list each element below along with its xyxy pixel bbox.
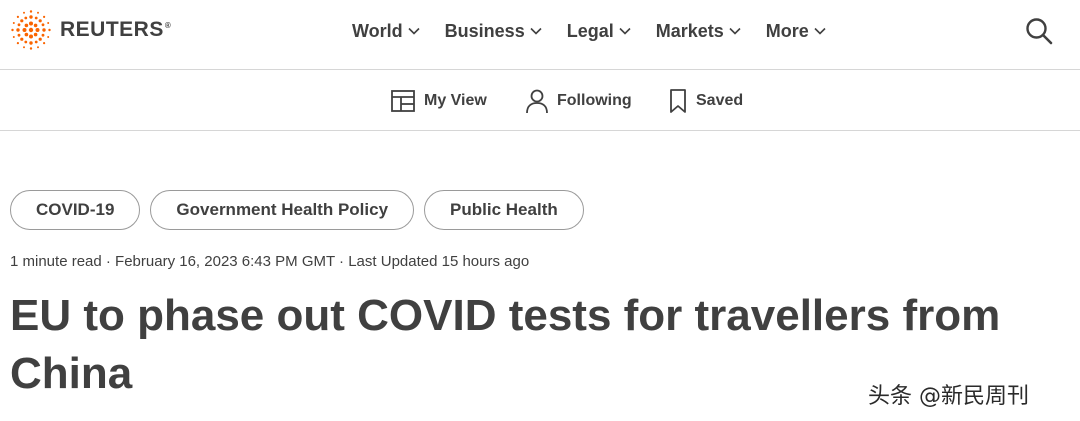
nav-item-legal[interactable]: Legal: [567, 18, 631, 44]
chevron-down-icon: [619, 27, 631, 35]
main-nav: World Business Legal Markets More: [352, 18, 851, 44]
tag-government-health-policy[interactable]: Government Health Policy: [150, 190, 415, 230]
watermark: 头条 @新民周刊: [868, 384, 1029, 409]
saved-link[interactable]: Saved: [668, 86, 743, 116]
top-navigation-bar: REUTERS® World Business Legal Markets Mo…: [0, 0, 1080, 70]
nav-item-more[interactable]: More: [766, 18, 826, 44]
chevron-down-icon: [408, 27, 420, 35]
person-icon: [526, 89, 548, 114]
chevron-down-icon: [729, 27, 741, 35]
search-icon[interactable]: [1024, 16, 1054, 46]
tag-covid-19[interactable]: COVID-19: [10, 190, 141, 230]
logo-wordmark: REUTERS®: [60, 18, 172, 41]
chevron-down-icon: [530, 27, 542, 35]
tag-public-health[interactable]: Public Health: [424, 190, 584, 230]
nav-item-markets[interactable]: Markets: [656, 18, 741, 44]
following-link[interactable]: Following: [525, 86, 632, 116]
chevron-down-icon: [814, 27, 826, 35]
article-meta: 1 minute read · February 16, 2023 6:43 P…: [10, 253, 530, 270]
topic-tags: COVID-19 Government Health Policy Public…: [10, 190, 594, 230]
bookmark-icon: [670, 89, 686, 113]
nav-item-business[interactable]: Business: [445, 18, 542, 44]
reuters-logo[interactable]: REUTERS®: [10, 10, 171, 50]
user-subnav-bar: My View Following Saved: [0, 70, 1080, 131]
reuters-logo-icon: [11, 10, 51, 50]
nav-item-world[interactable]: World: [352, 18, 420, 44]
my-view-link[interactable]: My View: [390, 86, 487, 116]
layout-icon: [391, 90, 415, 112]
